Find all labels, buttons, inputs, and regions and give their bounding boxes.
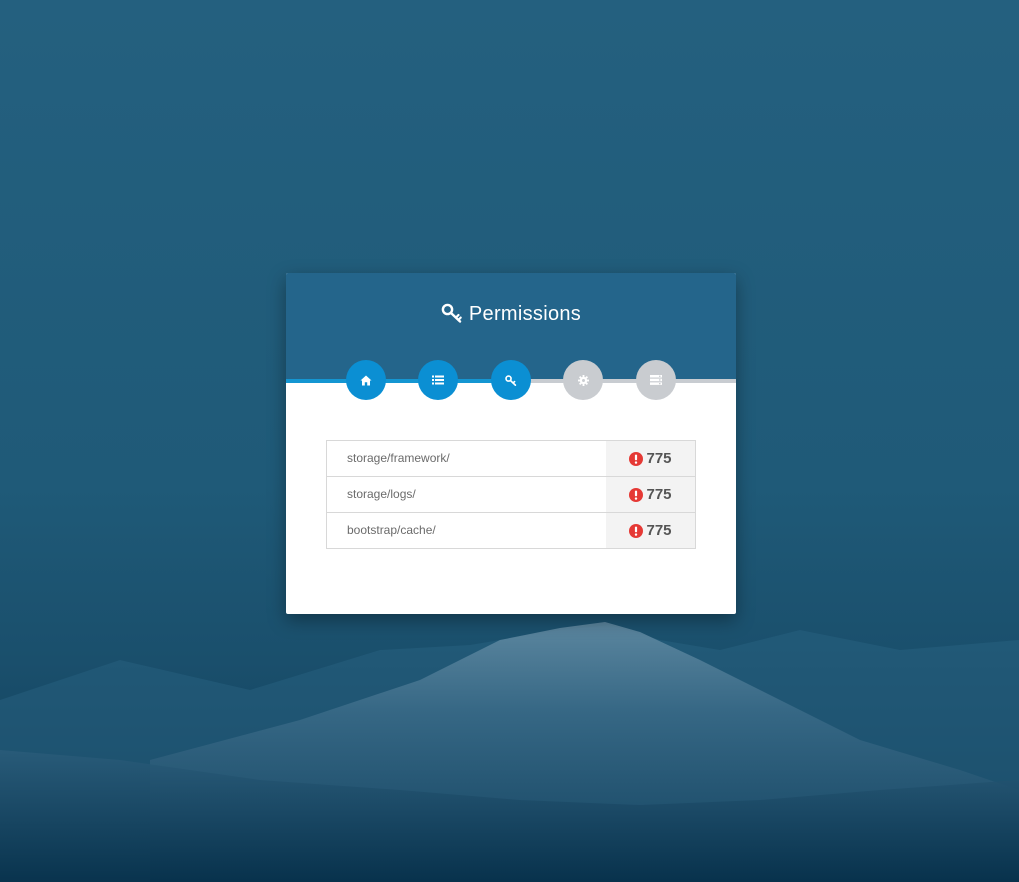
permission-path: bootstrap/cache/ bbox=[327, 513, 606, 548]
permissions-table: storage/framework/ 775 storage/logs/ 775 bbox=[326, 440, 696, 549]
key-icon bbox=[441, 303, 462, 323]
table-row: bootstrap/cache/ 775 bbox=[327, 513, 695, 548]
home-icon bbox=[360, 375, 372, 385]
permission-path: storage/framework/ bbox=[327, 441, 606, 476]
permission-value: 775 bbox=[646, 522, 672, 539]
permission-value: 775 bbox=[646, 450, 672, 467]
step-permissions[interactable] bbox=[491, 360, 531, 400]
server-icon bbox=[650, 375, 662, 385]
permission-status: 775 bbox=[606, 513, 695, 548]
wizard-steps bbox=[286, 360, 736, 400]
step-install[interactable] bbox=[636, 360, 676, 400]
permission-path: storage/logs/ bbox=[327, 477, 606, 512]
permission-value: 775 bbox=[646, 486, 672, 503]
step-requirements[interactable] bbox=[418, 360, 458, 400]
page-title-text: Permissions bbox=[468, 303, 582, 325]
error-icon bbox=[629, 523, 644, 538]
error-icon bbox=[629, 451, 644, 466]
gear-icon bbox=[577, 374, 589, 386]
step-home[interactable] bbox=[346, 360, 386, 400]
permission-status: 775 bbox=[606, 441, 695, 476]
table-row: storage/logs/ 775 bbox=[327, 477, 695, 513]
key-icon bbox=[505, 374, 517, 386]
step-environment[interactable] bbox=[563, 360, 603, 400]
permission-status: 775 bbox=[606, 477, 695, 512]
permissions-card: Permissions storage/framework/ 775 stora… bbox=[286, 273, 736, 614]
list-icon bbox=[432, 375, 444, 385]
table-row: storage/framework/ 775 bbox=[327, 441, 695, 477]
error-icon bbox=[629, 487, 644, 502]
page-title: Permissions bbox=[286, 301, 736, 327]
